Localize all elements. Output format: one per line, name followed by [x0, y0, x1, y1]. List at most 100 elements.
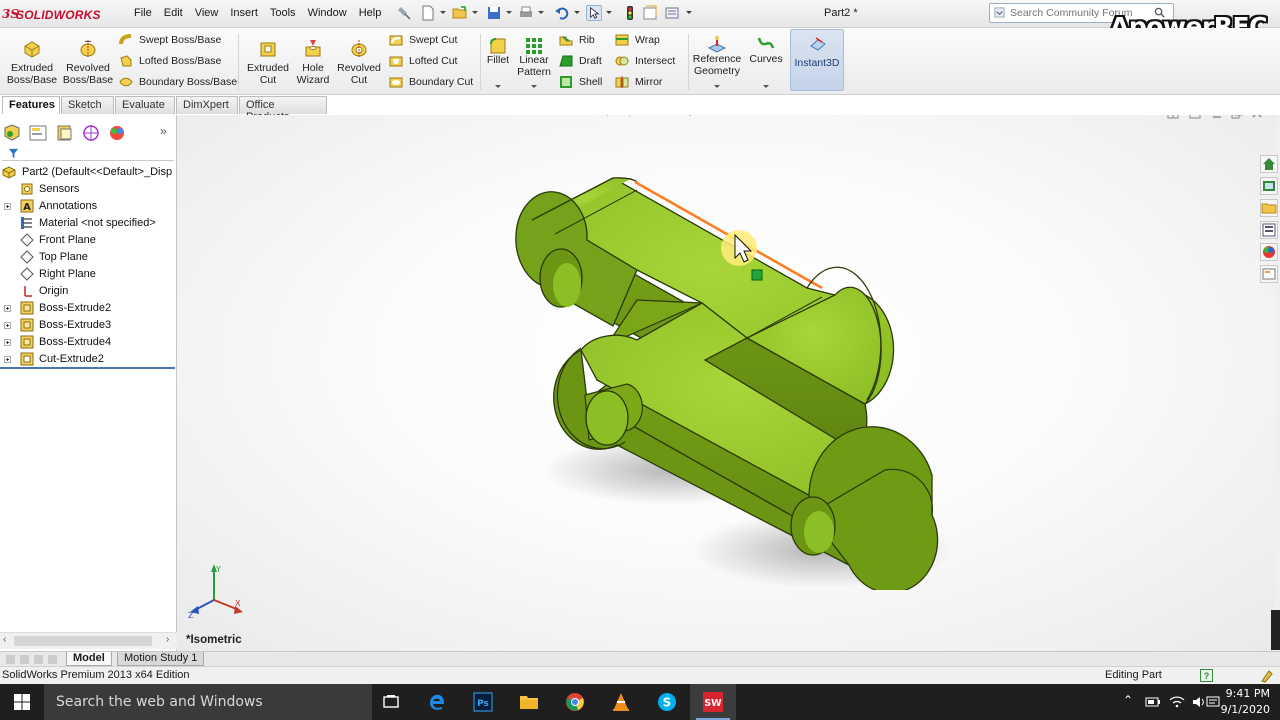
swept-boss-button[interactable]: Swept Boss/Base	[119, 31, 221, 49]
solidworks-taskbar-button[interactable]: SW	[690, 684, 736, 720]
tree-item-origin[interactable]: Origin	[0, 283, 177, 300]
linear-pattern-button[interactable]: Linear Pattern	[507, 32, 561, 92]
undo-icon[interactable]	[554, 5, 570, 21]
skype-button[interactable]: S	[644, 684, 690, 720]
wrap-button[interactable]: Wrap	[615, 31, 660, 49]
expand-panel-icon[interactable]: »	[160, 124, 167, 138]
taskbar-clock[interactable]: 9:41 PM 9/1/2020	[1208, 686, 1270, 718]
curves-button[interactable]: Curves	[739, 32, 793, 92]
start-button[interactable]	[0, 684, 44, 720]
boundary-cut-button[interactable]: Boundary Cut	[389, 73, 473, 91]
previous-view-icon[interactable]	[639, 115, 653, 116]
edge-button[interactable]	[414, 684, 460, 720]
view-orientation-icon[interactable]	[683, 115, 697, 116]
print-icon[interactable]	[518, 5, 534, 21]
minimize-icon[interactable]	[1211, 115, 1223, 119]
menu-help[interactable]: Help	[353, 7, 388, 19]
instant3d-button[interactable]: Instant3D	[790, 29, 844, 91]
view-settings-icon[interactable]	[809, 115, 823, 116]
restore-icon[interactable]	[1231, 115, 1243, 119]
hide-show-items-icon[interactable]	[735, 115, 749, 116]
help-icon[interactable]: ?	[1200, 669, 1213, 682]
tab-features[interactable]: Features	[2, 96, 60, 114]
chrome-button[interactable]	[552, 684, 598, 720]
expand-toggle-icon[interactable]	[4, 322, 11, 329]
dimxpert-manager-tab-icon[interactable]	[81, 124, 101, 142]
section-view-icon[interactable]	[661, 115, 675, 116]
tree-item-sensors[interactable]: Sensors	[0, 181, 177, 198]
solidworks-logo[interactable]: 3S SOLIDWORKS	[2, 6, 120, 24]
3d-part-model[interactable]	[477, 170, 957, 590]
menu-edit[interactable]: Edit	[158, 7, 189, 19]
select-arrow-icon[interactable]	[586, 5, 602, 21]
search-options-icon[interactable]	[994, 7, 1005, 18]
apply-scene-icon[interactable]	[783, 115, 797, 116]
vlc-button[interactable]	[598, 684, 644, 720]
scroll-left-icon[interactable]: ‹	[3, 634, 6, 645]
tree-item-material[interactable]: Material <not specified>	[0, 215, 177, 232]
expand-toggle-icon[interactable]	[4, 339, 11, 346]
open-folder-icon[interactable]	[452, 5, 468, 21]
menu-file[interactable]: File	[128, 7, 158, 19]
menu-view[interactable]: View	[189, 7, 225, 19]
boundary-boss-button[interactable]: Boundary Boss/Base	[119, 73, 237, 91]
scroll-thumb[interactable]	[14, 636, 152, 646]
task-view-button[interactable]	[368, 684, 414, 720]
horizontal-scrollbar[interactable]: ‹ ›	[0, 632, 177, 649]
taskbar-search-box[interactable]: Search the web and Windows	[44, 684, 372, 720]
design-library-tab[interactable]	[1260, 177, 1278, 195]
pin-icon[interactable]	[396, 5, 412, 21]
view-palette-tab[interactable]	[1260, 221, 1278, 239]
tree-item-annotations[interactable]: A Annotations	[0, 198, 177, 215]
next-tab-icon[interactable]	[34, 655, 43, 664]
zoom-to-area-icon[interactable]	[617, 115, 631, 116]
zoom-to-fit-icon[interactable]	[595, 115, 609, 116]
feature-filter[interactable]	[2, 147, 174, 161]
expand-toggle-icon[interactable]	[4, 305, 11, 312]
draft-button[interactable]: Draft	[559, 52, 602, 70]
feature-manager-tab-icon[interactable]	[2, 124, 22, 142]
show-hidden-icons-icon[interactable]: ⌃	[1123, 693, 1133, 707]
solidworks-resources-tab[interactable]	[1260, 155, 1278, 173]
edit-appearance-icon[interactable]	[761, 115, 775, 116]
lofted-cut-button[interactable]: Lofted Cut	[389, 52, 457, 70]
tree-item-front-plane[interactable]: Front Plane	[0, 232, 177, 249]
split-vertical-icon[interactable]	[1167, 115, 1179, 119]
tree-item-right-plane[interactable]: Right Plane	[0, 266, 177, 283]
scroll-right-icon[interactable]: ›	[166, 634, 169, 645]
tree-root-part[interactable]: Part2 (Default<<Default>_Disp	[0, 164, 177, 181]
file-explorer-button[interactable]	[506, 684, 552, 720]
rollback-bar[interactable]	[0, 367, 175, 369]
revolved-cut-button[interactable]: Revolved Cut	[332, 32, 386, 92]
tree-item-top-plane[interactable]: Top Plane	[0, 249, 177, 266]
reference-geometry-button[interactable]: Reference Geometry	[690, 32, 744, 92]
configuration-manager-tab-icon[interactable]	[55, 124, 75, 142]
vertical-scrollbar[interactable]	[1271, 610, 1280, 650]
expand-toggle-icon[interactable]	[4, 356, 11, 363]
menu-tools[interactable]: Tools	[264, 7, 302, 19]
lofted-boss-button[interactable]: Lofted Boss/Base	[119, 52, 221, 70]
battery-icon[interactable]	[1145, 694, 1161, 710]
save-icon[interactable]	[486, 5, 502, 21]
tab-sketch[interactable]: Sketch	[61, 96, 114, 114]
extruded-boss-button[interactable]: Extruded Boss/Base	[5, 32, 59, 92]
swept-cut-button[interactable]: Swept Cut	[389, 31, 457, 49]
close-icon[interactable]	[1251, 115, 1263, 119]
property-manager-tab-icon[interactable]	[28, 124, 48, 142]
intersect-button[interactable]: Intersect	[615, 52, 675, 70]
split-horizontal-icon[interactable]	[1189, 115, 1201, 119]
tab-office-products[interactable]: Office Products	[239, 96, 327, 123]
display-manager-tab-icon[interactable]	[107, 124, 127, 142]
custom-properties-tab[interactable]	[1260, 265, 1278, 283]
tree-item-boss-extrude4[interactable]: Boss-Extrude4	[0, 334, 177, 351]
menu-insert[interactable]: Insert	[224, 7, 264, 19]
revolved-boss-button[interactable]: Revolved Boss/Base	[61, 32, 115, 92]
photoshop-button[interactable]: Ps	[460, 684, 506, 720]
prev-tab-icon[interactable]	[20, 655, 29, 664]
file-explorer-tab[interactable]	[1260, 199, 1278, 217]
options-icon[interactable]	[664, 5, 680, 21]
tab-evaluate[interactable]: Evaluate	[115, 96, 175, 114]
display-style-icon[interactable]	[709, 115, 723, 116]
first-tab-icon[interactable]	[6, 655, 15, 664]
rib-button[interactable]: Rib	[559, 31, 595, 49]
